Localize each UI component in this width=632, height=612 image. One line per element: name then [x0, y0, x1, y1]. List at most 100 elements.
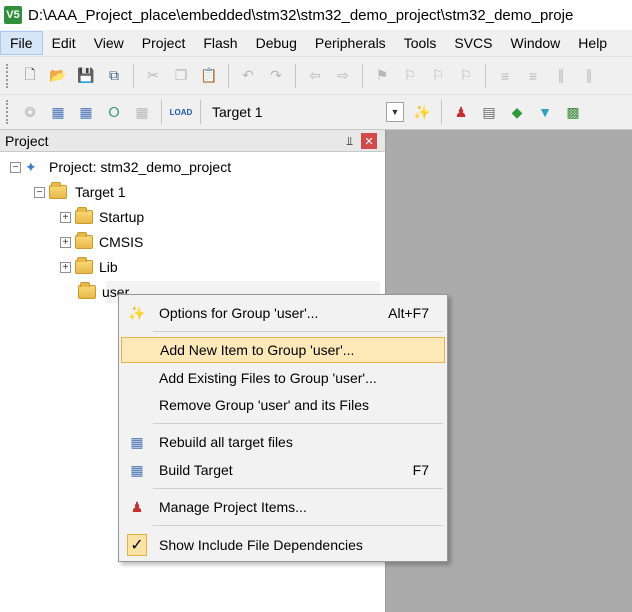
project-panel-title: Project	[5, 132, 49, 149]
menu-flash[interactable]: Flash	[194, 31, 246, 55]
paste-icon[interactable]: 📋	[198, 65, 220, 87]
chevron-down-icon[interactable]: ▼	[386, 102, 404, 122]
folder-icon	[78, 282, 96, 299]
nav-back-icon[interactable]: ⇦	[304, 65, 326, 87]
menu-item-label: Show Include File Dependencies	[159, 537, 363, 553]
build-icon[interactable]: ▦	[47, 101, 69, 123]
menu-item-shortcut: Alt+F7	[388, 305, 429, 321]
menu-item-label: Build Target	[159, 462, 233, 478]
target-options-icon[interactable]: ✨	[411, 101, 433, 123]
rebuild-icon[interactable]: ▦	[75, 101, 97, 123]
collapse-icon[interactable]: −	[10, 161, 21, 173]
project-panel-header: Project ⫫ ✕	[0, 130, 385, 152]
copy-icon[interactable]: ❐	[170, 65, 192, 87]
menu-item-build-target[interactable]: ▦ Build Target F7	[121, 457, 445, 483]
unindent-icon[interactable]: ≡	[522, 65, 544, 87]
stop-build-icon[interactable]: ▦	[131, 101, 153, 123]
toolbar-separator	[362, 63, 363, 88]
toolbar-grip[interactable]	[6, 100, 10, 124]
group-context-menu: ✨ Options for Group 'user'... Alt+F7 Add…	[118, 294, 448, 562]
magic-wand-icon: ✨	[128, 304, 146, 321]
tree-item-group[interactable]: + Startup	[60, 206, 144, 228]
target-select[interactable]: Target 1	[206, 100, 386, 124]
folder-icon	[75, 257, 93, 274]
menu-item-label: Rebuild all target files	[159, 434, 293, 450]
expand-icon[interactable]: +	[60, 211, 71, 223]
build-icon: ▦	[130, 461, 144, 478]
project-icon: ✦	[25, 158, 37, 175]
menu-item-options-for-group[interactable]: ✨ Options for Group 'user'... Alt+F7	[121, 300, 445, 326]
tree-item-group[interactable]: + CMSIS	[60, 231, 143, 253]
tree-item-label: Lib	[99, 259, 118, 275]
menu-help[interactable]: Help	[569, 31, 616, 55]
clear-bookmarks-icon[interactable]: ⚐	[455, 65, 477, 87]
tree-item-label: Target 1	[75, 184, 126, 200]
menu-item-add-existing-files[interactable]: Add Existing Files to Group 'user'...	[121, 365, 445, 391]
menu-item-shortcut: F7	[412, 462, 429, 478]
menu-separator	[153, 488, 443, 489]
toolbar-separator	[133, 63, 134, 88]
translate-icon[interactable]: ⭗	[19, 101, 41, 123]
save-icon[interactable]: 💾	[75, 65, 97, 87]
expand-icon[interactable]: +	[60, 261, 71, 273]
menu-item-manage-project-items[interactable]: ♟ Manage Project Items...	[121, 494, 445, 520]
pin-icon[interactable]: ⫫	[346, 134, 353, 149]
menu-item-show-include-deps[interactable]: ✓ Show Include File Dependencies	[121, 532, 445, 558]
indent-icon[interactable]: ≡	[494, 65, 516, 87]
menu-item-rebuild-all[interactable]: ▦ Rebuild all target files	[121, 429, 445, 455]
tree-item-target[interactable]: − Target 1	[34, 181, 126, 203]
menu-item-label: Options for Group 'user'...	[159, 305, 319, 321]
menu-view[interactable]: View	[85, 31, 133, 55]
bookmark-icon[interactable]: ⚑	[371, 65, 393, 87]
menu-peripherals[interactable]: Peripherals	[306, 31, 395, 55]
download-icon[interactable]: LOAD	[170, 101, 193, 123]
menu-bar: File Edit View Project Flash Debug Perip…	[0, 30, 632, 56]
menu-item-label: Manage Project Items...	[159, 499, 307, 515]
toolbar-grip[interactable]	[6, 63, 10, 88]
comment-icon[interactable]: ∥	[550, 65, 572, 87]
next-bookmark-icon[interactable]: ⚐	[427, 65, 449, 87]
undo-icon[interactable]: ↶	[237, 65, 259, 87]
manage-rte-icon[interactable]: ◆	[506, 101, 528, 123]
select-packs-icon[interactable]: ▼	[534, 101, 556, 123]
checkmark-icon: ✓	[127, 534, 147, 556]
menu-project[interactable]: Project	[133, 31, 195, 55]
tree-item-label: Startup	[99, 209, 145, 225]
menu-debug[interactable]: Debug	[247, 31, 306, 55]
tree-item-label: Project: stm32_demo_project	[49, 159, 232, 175]
menu-file[interactable]: File	[0, 31, 43, 55]
window-title: D:\AAA_Project_place\embedded\stm32\stm3…	[28, 6, 574, 24]
menu-item-remove-group[interactable]: Remove Group 'user' and its Files	[121, 392, 445, 418]
expand-icon[interactable]: +	[60, 236, 71, 248]
batch-build-icon[interactable]: ⭘	[103, 101, 125, 123]
pack-installer-icon[interactable]: ▩	[562, 101, 584, 123]
menu-separator	[153, 525, 443, 526]
close-icon[interactable]: ✕	[361, 133, 377, 149]
file-extensions-icon[interactable]: ▤	[478, 101, 500, 123]
menu-tools[interactable]: Tools	[395, 31, 446, 55]
menu-item-label: Add Existing Files to Group 'user'...	[159, 370, 377, 386]
menu-item-add-new-item[interactable]: Add New Item to Group 'user'...	[121, 337, 445, 363]
manage-project-icon[interactable]: ♟	[450, 101, 472, 123]
nav-forward-icon[interactable]: ⇨	[332, 65, 354, 87]
menu-window[interactable]: Window	[502, 31, 570, 55]
cut-icon[interactable]: ✂	[142, 65, 164, 87]
uncomment-icon[interactable]: ∥	[578, 65, 600, 87]
folder-icon	[75, 207, 93, 224]
title-bar: V5 D:\AAA_Project_place\embedded\stm32\s…	[0, 0, 632, 30]
save-all-icon[interactable]: ⧉	[103, 65, 125, 87]
keil-app-icon: V5	[4, 6, 22, 24]
toolbar-separator	[161, 100, 162, 124]
tree-item-group[interactable]: + Lib	[60, 256, 118, 278]
collapse-icon[interactable]: −	[34, 186, 45, 198]
menu-edit[interactable]: Edit	[43, 31, 85, 55]
open-folder-icon[interactable]: 📂	[47, 65, 69, 87]
new-file-icon[interactable]: 🗋	[19, 65, 41, 87]
redo-icon[interactable]: ↷	[265, 65, 287, 87]
toolbar-separator	[200, 100, 201, 124]
menu-svcs[interactable]: SVCS	[445, 31, 501, 55]
prev-bookmark-icon[interactable]: ⚐	[399, 65, 421, 87]
file-toolbar: 🗋 📂 💾 ⧉ ✂ ❐ 📋 ↶ ↷ ⇦ ⇨ ⚑ ⚐ ⚐ ⚐ ≡ ≡ ∥ ∥	[0, 56, 632, 94]
tree-item-project[interactable]: − ✦ Project: stm32_demo_project	[10, 156, 231, 178]
toolbar-separator	[228, 63, 229, 88]
